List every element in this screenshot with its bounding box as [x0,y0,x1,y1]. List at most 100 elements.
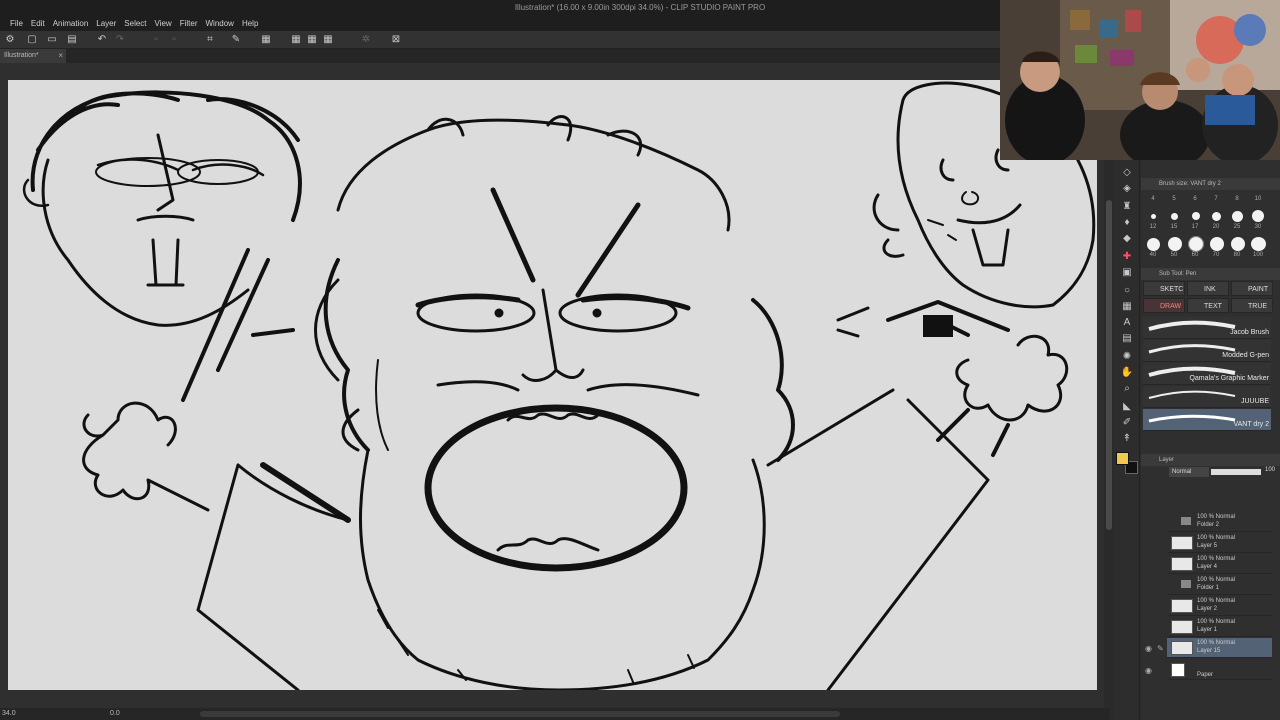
layer-row[interactable]: 100 % Normal Folder 2 [1167,512,1272,532]
brush-size-option[interactable] [1192,212,1200,220]
layer-row-selected[interactable]: 100 % Normal Layer 15 [1167,638,1272,658]
opacity-slider[interactable] [1211,469,1261,475]
layer-row-paper[interactable]: Paper [1167,660,1272,680]
airbrush-icon[interactable]: ♜ [1120,200,1134,214]
scrollbar-thumb[interactable] [1106,200,1112,530]
eyedropper-icon[interactable]: ✐ [1120,416,1134,430]
brush-item[interactable]: Qamala's Graphic Marker [1143,363,1271,385]
vertical-scrollbar[interactable] [1104,160,1114,708]
menu-animation[interactable]: Animation [49,16,93,31]
drawing-canvas[interactable] [8,80,1097,690]
redo-icon[interactable]: ↷ [114,34,126,46]
eye-icon[interactable]: ◉ [1145,644,1152,653]
pen-icon[interactable]: ✎ [230,34,242,46]
brush-size-option[interactable] [1147,238,1160,251]
layer-row[interactable]: 100 % Normal Layer 5 [1167,533,1272,553]
gradient-icon[interactable]: ▣ [1120,266,1134,280]
tab-illustration[interactable]: Illustration* × [0,49,66,63]
pen-icon[interactable]: ✎ [1157,644,1164,653]
ruler-snap-icon[interactable]: ▦ [322,34,334,46]
text-icon[interactable]: A [1120,316,1134,330]
open-file-icon[interactable]: ▭ [46,34,58,46]
blend-mode-select[interactable]: Normal [1169,467,1209,477]
clear-icon[interactable]: ▫ [150,34,162,46]
subtool-tab-draw[interactable]: DRAW [1143,298,1185,313]
layer-row[interactable]: 100 % Normal Folder 1 [1167,575,1272,595]
fill-icon[interactable]: ▦ [260,34,272,46]
subtool-tab-paint[interactable]: PAINT [1231,281,1273,296]
transform-icon[interactable]: ⌗ [204,34,216,46]
menu-edit[interactable]: Edit [27,16,49,31]
brush-size-header: Brush size: VANT dry 2 [1141,178,1280,190]
move-icon[interactable]: ↟ [1120,432,1134,446]
fill-icon[interactable]: ◆ [1120,232,1134,246]
balloon-icon[interactable]: ▤ [1120,332,1134,346]
brush-item-selected[interactable]: VANT dry 2 [1143,409,1271,431]
copy-icon[interactable]: ▫ [168,34,180,46]
close-icon[interactable]: × [58,49,63,63]
rotation-readout[interactable]: 0.0 [110,708,120,720]
horizontal-scrollbar[interactable] [200,711,840,717]
fullscreen-icon[interactable]: ⊠ [390,34,402,46]
brush-size-option[interactable] [1171,213,1178,220]
layer-row[interactable]: 100 % Normal Layer 2 [1167,596,1272,616]
new-file-icon[interactable]: ▢ [26,34,38,46]
layer-name: Folder 1 [1197,585,1220,591]
opacity-value[interactable]: 100 [1265,467,1275,473]
brush-size-option[interactable] [1168,237,1182,251]
selection-icon[interactable]: ◣ [1120,400,1134,414]
brush-item[interactable]: JUUUBE [1143,386,1271,408]
pen-icon[interactable]: ✚ [1120,250,1134,264]
brush-size-option-selected[interactable] [1188,236,1204,252]
settings-icon[interactable]: ⚙ [4,34,16,46]
size-label: 80 [1233,252,1241,258]
frame-icon[interactable]: ▦ [1120,300,1134,314]
snap-icon[interactable]: ▦ [306,34,318,46]
layer-name: Layer 15 [1197,648,1221,654]
tool-palette: ◇ ◈ ♜ ♦ ◆ ✚ ▣ ○ ▦ A ▤ ✺ ✋ ⌕ ◣ ✐ ↟ [1114,160,1140,720]
size-label: 50 [1170,252,1178,258]
brush-size-option[interactable] [1251,237,1266,251]
undo-icon[interactable]: ↶ [96,34,108,46]
tab-label: Illustration* [4,52,39,59]
eraser-icon[interactable]: ◇ [1120,166,1134,180]
brush-icon[interactable]: ♦ [1120,216,1134,230]
menu-view[interactable]: View [151,16,176,31]
save-icon[interactable]: ▤ [66,34,78,46]
subtool-tab-true[interactable]: TRUE [1231,298,1273,313]
menu-select[interactable]: Select [120,16,150,31]
grid-icon[interactable]: ▦ [290,34,302,46]
menu-file[interactable]: File [6,16,27,31]
sketch-artwork [22,81,1096,690]
main-color-swatch[interactable] [1116,452,1129,465]
subtool-tab-text[interactable]: TEXT [1187,298,1229,313]
status-bar: 34.0 0.0 [0,708,1110,720]
brush-size-option[interactable] [1231,237,1245,251]
menu-help[interactable]: Help [238,16,262,31]
menu-window[interactable]: Window [202,16,238,31]
layer-row[interactable]: 100 % Normal Layer 1 [1167,617,1272,637]
brush-size-option[interactable] [1210,237,1224,251]
brush-item[interactable]: Modded G-pen [1143,340,1271,362]
layer-name: Paper [1197,672,1214,678]
brush-size-option[interactable] [1252,210,1264,222]
subtool-tab-ink[interactable]: INK [1187,281,1229,296]
menu-filter[interactable]: Filter [176,16,202,31]
brush-name: Qamala's Graphic Marker [1189,375,1269,382]
menu-layer[interactable]: Layer [92,16,120,31]
brush-size-option[interactable] [1212,212,1221,221]
hand-icon[interactable]: ✋ [1120,366,1134,380]
brush-size-option[interactable] [1232,211,1243,222]
layer-row[interactable]: 100 % Normal Layer 4 [1167,554,1272,574]
brush-size-option[interactable] [1151,214,1156,219]
blend-icon[interactable]: ◈ [1120,182,1134,196]
figure-icon[interactable]: ○ [1120,284,1134,298]
brush-item[interactable]: Jacob Brush [1143,317,1271,339]
zoom-readout[interactable]: 34.0 [2,708,16,720]
ruler-icon[interactable]: ✺ [1120,350,1134,364]
eye-icon[interactable]: ◉ [1145,666,1152,675]
zoom-icon[interactable]: ⌕ [1120,382,1134,396]
layer-name: Layer 4 [1197,564,1218,570]
subtool-tab-sketch[interactable]: SKETC [1143,281,1185,296]
size-label: 6 [1193,196,1197,202]
